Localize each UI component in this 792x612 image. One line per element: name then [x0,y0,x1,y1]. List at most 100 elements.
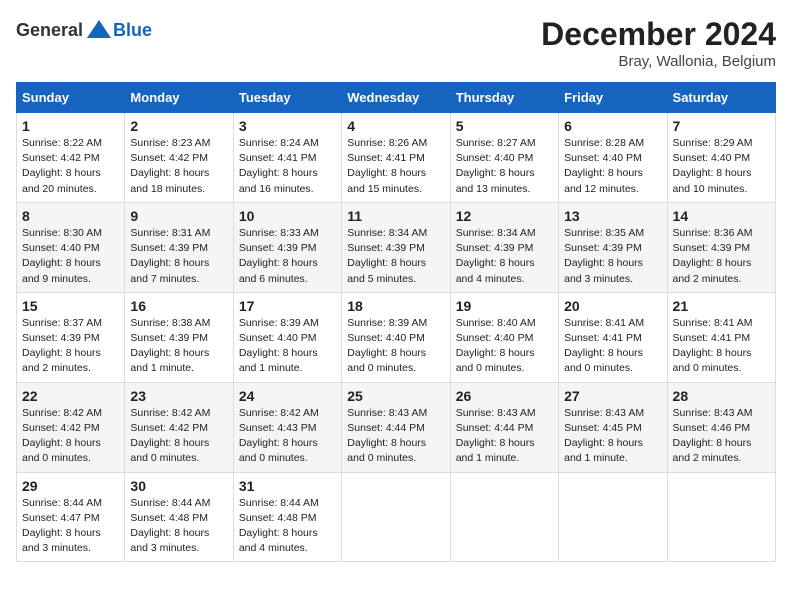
calendar-cell: 17 Sunrise: 8:39 AMSunset: 4:40 PMDayligh… [233,292,341,382]
calendar-cell [559,472,667,562]
calendar-cell: 20 Sunrise: 8:41 AMSunset: 4:41 PMDayligh… [559,292,667,382]
day-info: Sunrise: 8:34 AMSunset: 4:39 PMDaylight:… [347,226,444,287]
calendar-cell: 6 Sunrise: 8:28 AMSunset: 4:40 PMDaylight… [559,113,667,203]
calendar-cell: 25 Sunrise: 8:43 AMSunset: 4:44 PMDayligh… [342,382,450,472]
calendar-cell: 11 Sunrise: 8:34 AMSunset: 4:39 PMDayligh… [342,202,450,292]
calendar-week-5: 29 Sunrise: 8:44 AMSunset: 4:47 PMDayligh… [17,472,776,562]
day-info: Sunrise: 8:43 AMSunset: 4:45 PMDaylight:… [564,406,661,467]
day-info: Sunrise: 8:42 AMSunset: 4:43 PMDaylight:… [239,406,336,467]
weekday-header-sunday: Sunday [17,83,125,113]
calendar-table: SundayMondayTuesdayWednesdayThursdayFrid… [16,82,776,562]
day-number: 9 [130,208,227,224]
calendar-cell [667,472,775,562]
calendar-cell: 30Sunrise: 8:44 AMSunset: 4:48 PMDayligh… [125,472,233,562]
month-title: December 2024 [541,16,776,53]
day-number: 14 [673,208,770,224]
calendar-cell [450,472,558,562]
weekday-header-saturday: Saturday [667,83,775,113]
day-info: Sunrise: 8:22 AMSunset: 4:42 PMDaylight:… [22,136,119,197]
calendar-cell: 14 Sunrise: 8:36 AMSunset: 4:39 PMDayligh… [667,202,775,292]
calendar-cell: 29 Sunrise: 8:44 AMSunset: 4:47 PMDayligh… [17,472,125,562]
day-number: 13 [564,208,661,224]
day-info: Sunrise: 8:42 AMSunset: 4:42 PMDaylight:… [130,406,227,467]
day-number: 28 [673,388,770,404]
day-info: Sunrise: 8:44 AMSunset: 4:48 PMDaylight:… [239,496,336,557]
calendar-cell: 16Sunrise: 8:38 AMSunset: 4:39 PMDayligh… [125,292,233,382]
calendar-cell: 21Sunrise: 8:41 AMSunset: 4:41 PMDayligh… [667,292,775,382]
day-number: 4 [347,118,444,134]
day-number: 18 [347,298,444,314]
calendar-cell: 5Sunrise: 8:27 AMSunset: 4:40 PMDaylight… [450,113,558,203]
day-number: 1 [22,118,119,134]
calendar-cell: 9 Sunrise: 8:31 AMSunset: 4:39 PMDaylight… [125,202,233,292]
day-number: 11 [347,208,444,224]
day-number: 31 [239,478,336,494]
calendar-cell: 15Sunrise: 8:37 AMSunset: 4:39 PMDayligh… [17,292,125,382]
day-number: 15 [22,298,119,314]
day-number: 12 [456,208,553,224]
day-number: 20 [564,298,661,314]
day-info: Sunrise: 8:44 AMSunset: 4:47 PMDaylight:… [22,496,119,557]
day-number: 7 [673,118,770,134]
logo-general-text: General [16,20,83,41]
calendar-cell: 22 Sunrise: 8:42 AMSunset: 4:42 PMDayligh… [17,382,125,472]
day-info: Sunrise: 8:38 AMSunset: 4:39 PMDaylight:… [130,316,227,377]
calendar-cell: 18 Sunrise: 8:39 AMSunset: 4:40 PMDayligh… [342,292,450,382]
title-block: December 2024 Bray, Wallonia, Belgium [541,16,776,70]
day-info: Sunrise: 8:39 AMSunset: 4:40 PMDaylight:… [347,316,444,377]
calendar-cell: 7 Sunrise: 8:29 AMSunset: 4:40 PMDaylight… [667,113,775,203]
logo: General Blue [16,16,152,44]
day-info: Sunrise: 8:23 AMSunset: 4:42 PMDaylight:… [130,136,227,197]
day-info: Sunrise: 8:41 AMSunset: 4:41 PMDaylight:… [564,316,661,377]
weekday-header-monday: Monday [125,83,233,113]
weekday-header-friday: Friday [559,83,667,113]
day-info: Sunrise: 8:42 AMSunset: 4:42 PMDaylight:… [22,406,119,467]
day-info: Sunrise: 8:26 AMSunset: 4:41 PMDaylight:… [347,136,444,197]
day-info: Sunrise: 8:43 AMSunset: 4:44 PMDaylight:… [456,406,553,467]
calendar-cell: 31 Sunrise: 8:44 AMSunset: 4:48 PMDayligh… [233,472,341,562]
calendar-week-4: 22 Sunrise: 8:42 AMSunset: 4:42 PMDayligh… [17,382,776,472]
calendar-cell: 28 Sunrise: 8:43 AMSunset: 4:46 PMDayligh… [667,382,775,472]
calendar-cell: 12 Sunrise: 8:34 AMSunset: 4:39 PMDayligh… [450,202,558,292]
day-number: 10 [239,208,336,224]
calendar-cell: 3 Sunrise: 8:24 AMSunset: 4:41 PMDaylight… [233,113,341,203]
day-number: 22 [22,388,119,404]
weekday-header-wednesday: Wednesday [342,83,450,113]
day-number: 29 [22,478,119,494]
calendar-cell: 4 Sunrise: 8:26 AMSunset: 4:41 PMDaylight… [342,113,450,203]
weekday-header-thursday: Thursday [450,83,558,113]
calendar-cell: 10 Sunrise: 8:33 AMSunset: 4:39 PMDayligh… [233,202,341,292]
page-header: General Blue December 2024 Bray, Walloni… [16,16,776,70]
weekday-header-tuesday: Tuesday [233,83,341,113]
logo-icon [85,16,113,44]
day-info: Sunrise: 8:33 AMSunset: 4:39 PMDaylight:… [239,226,336,287]
day-info: Sunrise: 8:39 AMSunset: 4:40 PMDaylight:… [239,316,336,377]
day-info: Sunrise: 8:43 AMSunset: 4:44 PMDaylight:… [347,406,444,467]
day-info: Sunrise: 8:34 AMSunset: 4:39 PMDaylight:… [456,226,553,287]
day-number: 8 [22,208,119,224]
calendar-header-row: SundayMondayTuesdayWednesdayThursdayFrid… [17,83,776,113]
calendar-cell: 1 Sunrise: 8:22 AMSunset: 4:42 PMDaylight… [17,113,125,203]
day-info: Sunrise: 8:29 AMSunset: 4:40 PMDaylight:… [673,136,770,197]
day-info: Sunrise: 8:24 AMSunset: 4:41 PMDaylight:… [239,136,336,197]
day-number: 25 [347,388,444,404]
day-info: Sunrise: 8:27 AMSunset: 4:40 PMDaylight:… [456,136,553,197]
day-number: 19 [456,298,553,314]
calendar-cell: 27Sunrise: 8:43 AMSunset: 4:45 PMDayligh… [559,382,667,472]
calendar-cell: 8Sunrise: 8:30 AMSunset: 4:40 PMDaylight… [17,202,125,292]
day-number: 26 [456,388,553,404]
day-info: Sunrise: 8:35 AMSunset: 4:39 PMDaylight:… [564,226,661,287]
calendar-week-2: 8Sunrise: 8:30 AMSunset: 4:40 PMDaylight… [17,202,776,292]
day-number: 6 [564,118,661,134]
day-number: 30 [130,478,227,494]
day-info: Sunrise: 8:28 AMSunset: 4:40 PMDaylight:… [564,136,661,197]
calendar-cell: 19Sunrise: 8:40 AMSunset: 4:40 PMDayligh… [450,292,558,382]
day-number: 2 [130,118,227,134]
day-info: Sunrise: 8:31 AMSunset: 4:39 PMDaylight:… [130,226,227,287]
day-info: Sunrise: 8:43 AMSunset: 4:46 PMDaylight:… [673,406,770,467]
day-info: Sunrise: 8:36 AMSunset: 4:39 PMDaylight:… [673,226,770,287]
day-number: 3 [239,118,336,134]
location: Bray, Wallonia, Belgium [541,53,776,70]
day-number: 17 [239,298,336,314]
calendar-week-1: 1 Sunrise: 8:22 AMSunset: 4:42 PMDaylight… [17,113,776,203]
